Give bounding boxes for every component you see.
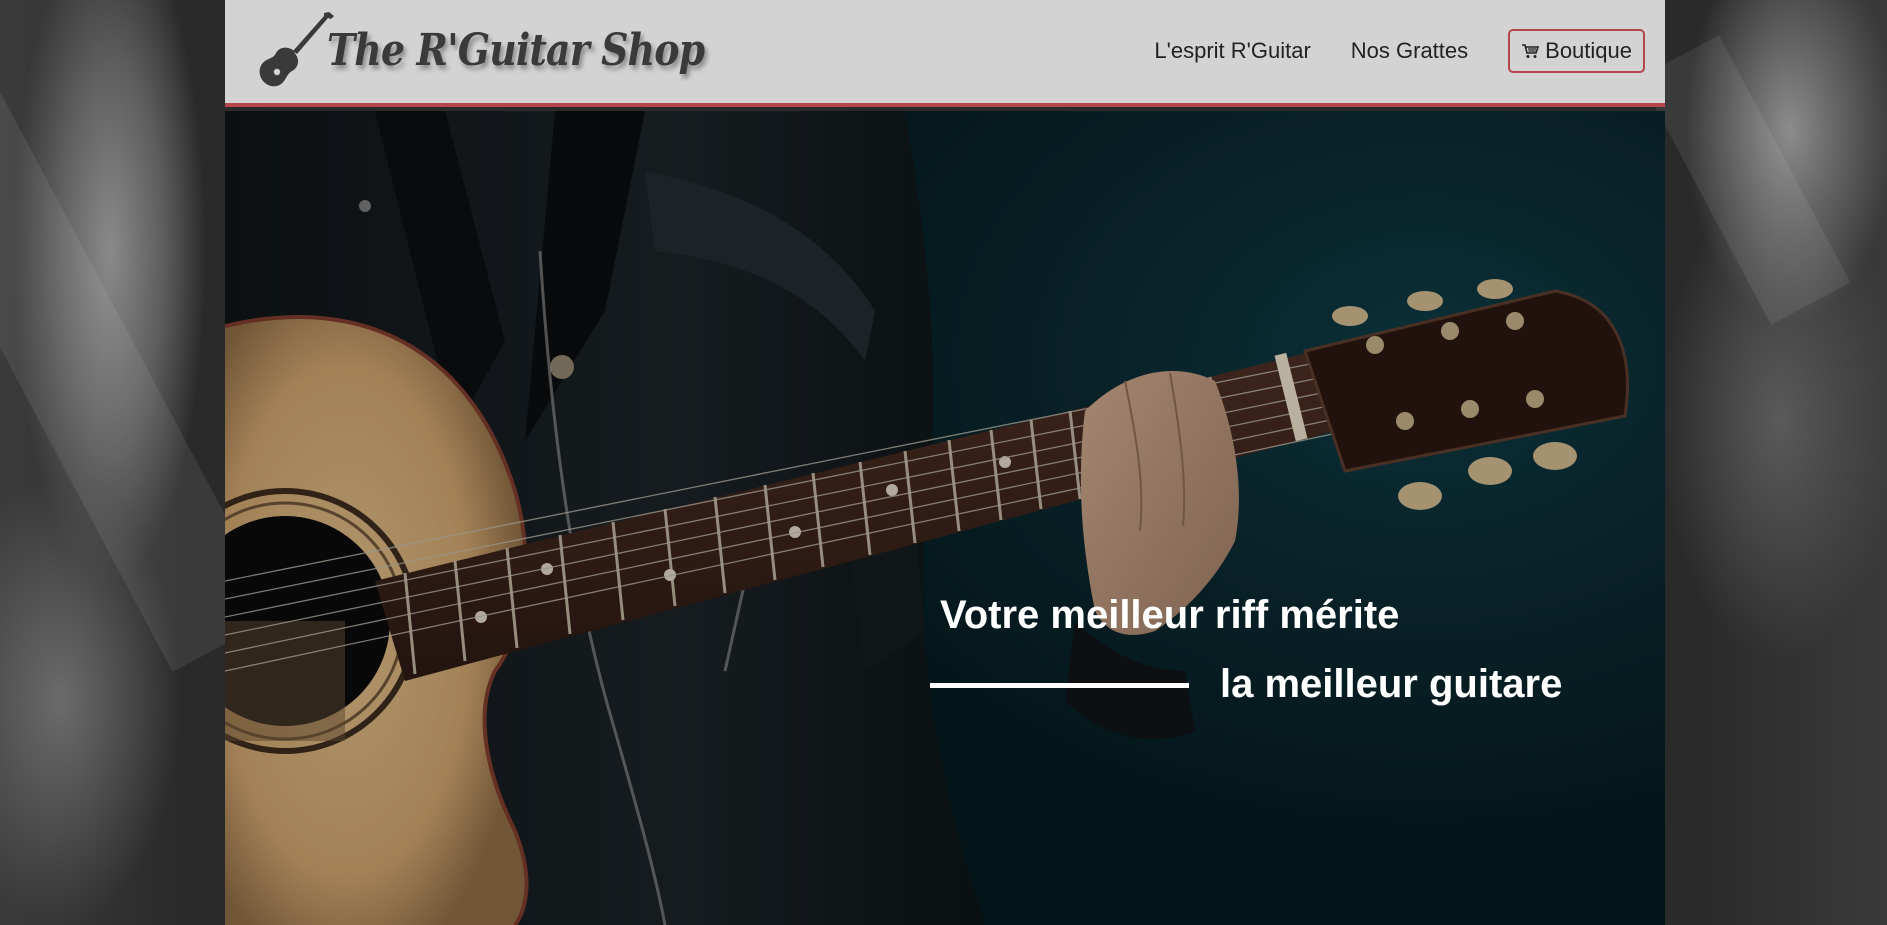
hero-banner: Votre meilleur riff mérite la meilleur g… [225,111,1665,925]
cart-icon [1522,44,1540,58]
main-nav: L'esprit R'Guitar Nos Grattes Boutique [1114,29,1645,73]
nav-item-esprit[interactable]: L'esprit R'Guitar [1154,38,1310,64]
nav-item-grattes[interactable]: Nos Grattes [1351,38,1468,64]
hero-divider [930,683,1189,688]
shop-button-label: Boutique [1545,38,1632,63]
hero-tagline-line2: la meilleur guitare [1220,662,1563,706]
hero-overlay [225,111,1665,925]
hero-tagline-line1: Votre meilleur riff mérite [940,593,1400,637]
guitar-icon [259,12,334,87]
brand-name: The R'Guitar Shop [327,24,705,76]
page-container: The R'Guitar Shop L'esprit R'Guitar Nos … [225,0,1665,925]
site-logo[interactable]: The R'Guitar Shop [257,8,766,92]
shop-button[interactable]: Boutique [1508,29,1645,73]
site-header: The R'Guitar Shop L'esprit R'Guitar Nos … [225,0,1665,107]
background-decoration [1639,35,1851,325]
